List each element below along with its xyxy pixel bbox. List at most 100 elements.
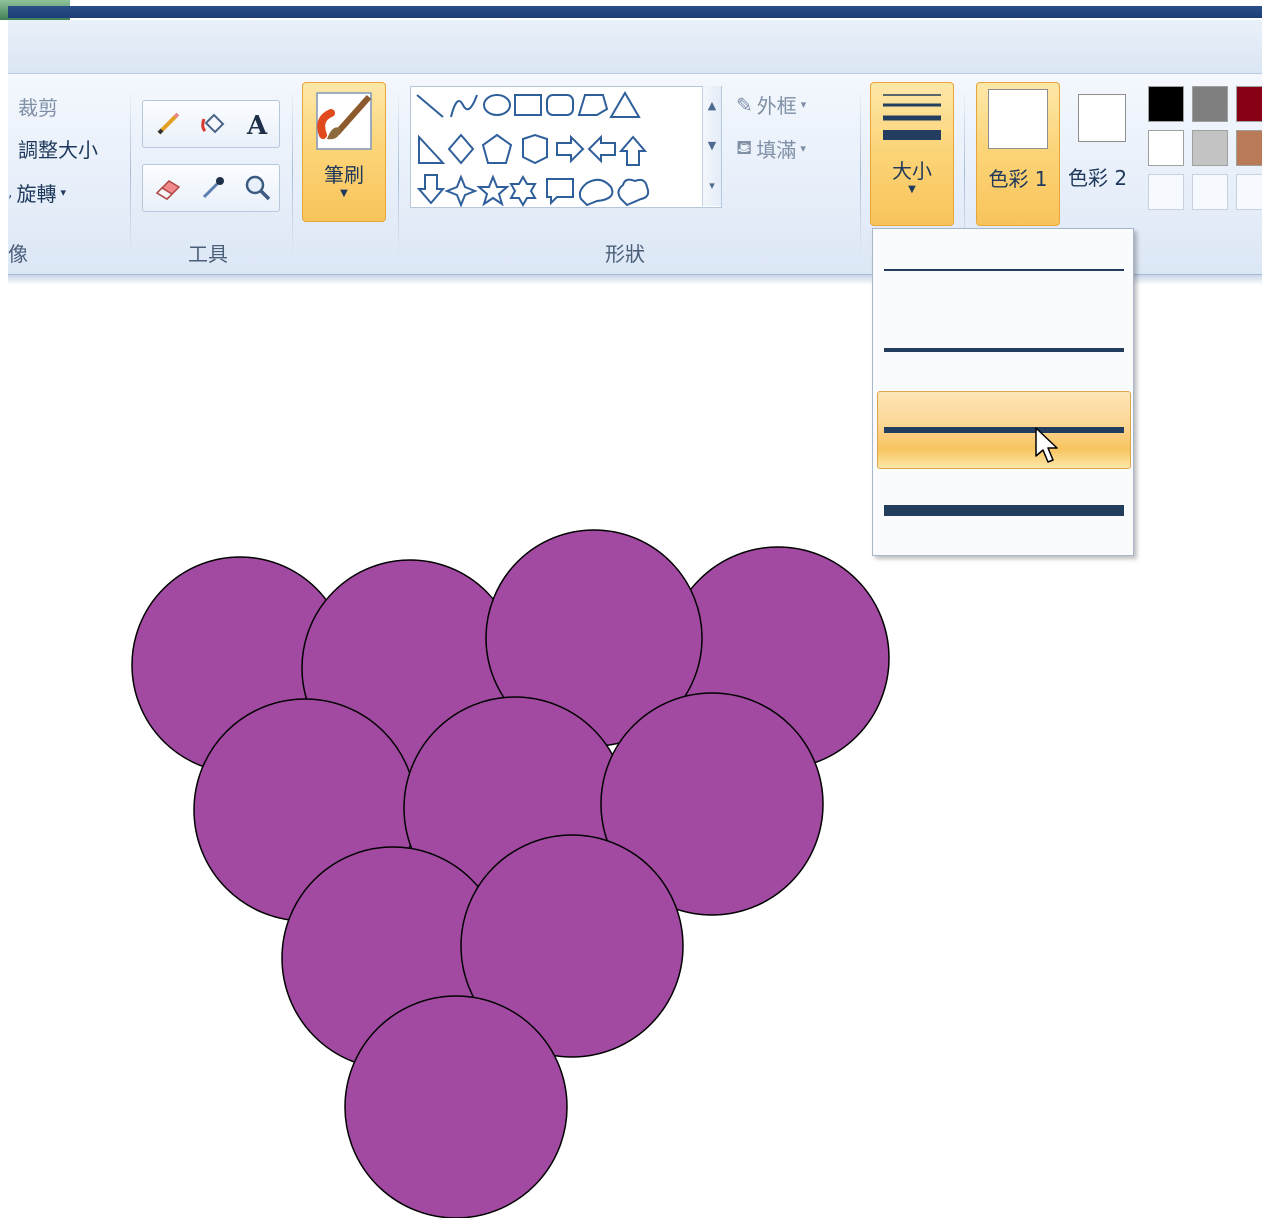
rectangle-shape-icon [514,94,542,116]
size-line-1px [884,269,1124,271]
palette-color-brown[interactable] [1236,130,1262,166]
brushes-button[interactable]: 筆刷 ▼ [302,82,386,222]
line-shape-icon [416,94,444,118]
size-label: 大小 [892,159,932,183]
fill-label: 填滿 [756,138,797,162]
svg-text:A: A [246,111,268,139]
size-option-8px[interactable] [877,471,1131,549]
color1-swatch [988,89,1048,149]
shapes-gallery [410,86,722,208]
tools-group-label: 工具 [188,242,228,266]
eraser-icon [155,180,181,200]
group-separator [292,88,293,258]
right-triangle-shape-icon [418,134,446,164]
color-picker-tool[interactable] [195,170,231,206]
fill-button[interactable]: ⛾ 填滿 ▾ [736,134,806,163]
size-line-8px [884,505,1124,516]
rotate-icon: , [8,184,13,201]
image-group-label: 像 [8,242,28,266]
paint-bucket-icon [201,113,225,134]
palette-custom-slot[interactable] [1236,174,1262,210]
six-point-star-shape-icon [509,174,537,208]
rounded-rectangle-shape-icon [546,94,574,116]
color2-label: 色彩 2 [1068,166,1128,190]
gallery-expand-icon[interactable]: ▾ [703,166,721,206]
fill-tool[interactable] [195,106,231,142]
four-point-star-shape-icon [444,174,478,208]
chevron-down-icon: ▾ [800,98,807,111]
color1-label: 色彩 1 [988,167,1048,191]
down-arrow-shape-icon [416,174,446,205]
crop-button[interactable]: 裁剪 [18,92,58,121]
eraser-tool[interactable] [150,170,186,206]
ribbon-tab-bar [8,20,1262,74]
up-arrow-shape-icon [618,135,648,166]
shapes-group-label: 形狀 [605,242,645,266]
outline-button[interactable]: ✎ 外框 ▾ [736,90,806,119]
grape-circle [344,995,568,1219]
size-dropdown-menu [872,228,1134,556]
chevron-down-icon: ▾ [800,142,806,155]
shapes-gallery-scrollbar[interactable]: ▲ ▼ ▾ [702,86,721,206]
fill-bucket-icon: ⛾ [736,135,753,159]
brushes-label: 筆刷 [324,163,364,187]
polygon-shape-icon [577,94,609,116]
palette-color-gray[interactable] [1192,86,1228,122]
color1-button[interactable]: 色彩 1 [976,82,1060,226]
palette-color-black[interactable] [1148,86,1184,122]
palette-color-light-gray[interactable] [1192,130,1228,166]
size-line-5px [884,427,1124,433]
resize-label: 調整大小 [18,138,98,162]
text-tool[interactable]: A [240,106,276,142]
color2-button[interactable]: 色彩 2 [1066,92,1138,192]
size-button[interactable]: 大小 ▼ [870,82,954,226]
magnifier-icon [245,175,271,201]
palette-color-white[interactable] [1148,130,1184,166]
group-separator [130,88,131,258]
palette-custom-slot[interactable] [1192,174,1228,210]
right-arrow-shape-icon [556,134,585,164]
color2-swatch [1078,94,1126,142]
pentagon-shape-icon [481,133,513,164]
size-option-1px[interactable] [877,231,1131,309]
text-a-icon: A [246,111,268,139]
triangle-shape-icon [609,91,641,118]
five-point-star-shape-icon [476,174,510,207]
size-option-3px[interactable] [877,311,1131,389]
diamond-shape-icon [447,133,475,165]
eyedropper-icon [202,177,224,199]
hexagon-shape-icon [522,133,548,165]
palette-color-dark-red[interactable] [1236,86,1262,122]
group-separator [398,88,399,258]
paintbrush-icon [316,92,372,150]
outline-label: 外框 [756,94,797,118]
size-option-5px[interactable] [877,391,1131,469]
left-arrow-shape-icon [587,134,616,164]
resize-button[interactable]: 調整大小 [18,134,98,163]
rounded-callout-shape-icon [546,178,574,206]
pencil-tool[interactable] [150,106,186,142]
palette-custom-slot[interactable] [1148,174,1184,210]
crop-label: 裁剪 [18,96,58,120]
cloud-callout-shape-icon [617,178,650,207]
size-line-3px [884,348,1124,352]
pencil-icon [157,112,180,135]
line-width-icon [883,94,941,140]
title-bar [0,0,1262,20]
rotate-label: 旋轉 [16,182,57,206]
oval-callout-shape-icon [578,178,614,207]
title-bar-strip [8,6,1262,18]
group-separator [860,88,861,258]
curve-shape-icon [450,94,478,118]
chevron-down-icon: ▼ [908,184,916,195]
chevron-down-icon: ▼ [340,188,348,199]
scroll-down-icon[interactable]: ▼ [703,126,721,166]
outline-pencil-icon: ✎ [736,92,753,117]
shapes-gallery-icons [416,91,650,208]
mouse-cursor-icon [1035,427,1058,463]
oval-shape-icon [483,94,511,116]
rotate-button[interactable]: , 旋轉 ▾ [8,178,66,207]
magnifier-tool[interactable] [240,170,276,206]
scroll-up-icon[interactable]: ▲ [703,86,721,126]
chevron-down-icon: ▾ [60,186,66,199]
